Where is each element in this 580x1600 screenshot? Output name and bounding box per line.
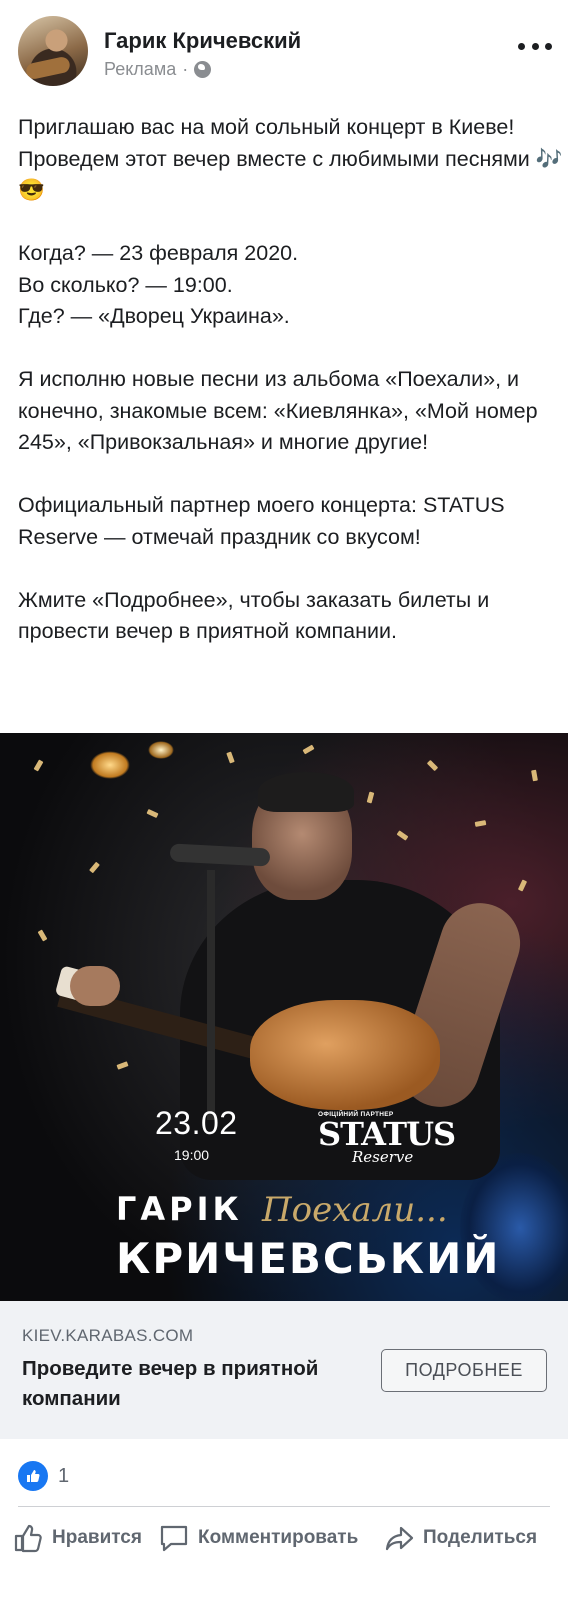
post-text: Приглашаю вас на мой сольный концерт в К…	[18, 112, 563, 648]
like-button-label: Нравится	[52, 1527, 142, 1548]
link-title[interactable]: Проведите вечер в приятной компании	[22, 1354, 342, 1414]
stage-light	[90, 751, 130, 779]
post-paragraph: Приглашаю вас на мой сольный концерт в К…	[18, 115, 563, 202]
like-icon	[18, 1461, 48, 1491]
album-name: Поехали...	[262, 1190, 448, 1230]
post-paragraph: Я исполню новые песни из альбома «Поехал…	[18, 367, 538, 454]
comment-button[interactable]: Комментировать	[158, 1518, 358, 1558]
dot-icon	[545, 42, 552, 50]
performer-hair	[258, 772, 354, 812]
post-header: Гарик Кричевский Реклама ·	[0, 0, 580, 100]
action-bar: Нравится Комментировать Поделиться	[0, 1518, 580, 1558]
stage-light	[148, 741, 174, 759]
thumbs-up-icon	[14, 1524, 42, 1553]
guitar-body	[250, 1000, 440, 1110]
performer-hand	[70, 966, 120, 1006]
status-logo-sub: Reserve	[352, 1148, 414, 1166]
status-logo: STATUS	[318, 1115, 456, 1153]
post-paragraph: Когда? — 23 февраля 2020. Во сколько? — …	[18, 241, 299, 328]
link-domain: KIEV.KARABAS.COM	[22, 1326, 194, 1345]
post-paragraph: Официальный партнер моего концерта: STAT…	[18, 493, 505, 549]
author-avatar[interactable]	[18, 16, 88, 86]
comment-button-label: Комментировать	[198, 1527, 359, 1548]
learn-more-button[interactable]: ПОДРОБНЕЕ	[381, 1349, 547, 1392]
divider	[18, 1506, 550, 1507]
separator: ·	[182, 59, 189, 79]
artist-last-name: КРИЧЕВСЬКИЙ	[116, 1234, 501, 1283]
author-name[interactable]: Гарик Кричевский	[104, 28, 301, 54]
concert-date: 23.02	[155, 1105, 238, 1141]
avatar-guitar	[24, 55, 72, 81]
share-button-label: Поделиться	[423, 1527, 538, 1548]
like-button[interactable]: Нравится	[12, 1518, 142, 1558]
reactions-summary[interactable]: 1	[18, 1460, 69, 1492]
more-options-button[interactable]	[518, 38, 552, 54]
sponsored-line: Реклама ·	[104, 59, 212, 80]
mic-stand	[207, 870, 215, 1120]
artist-first-name: ГАРІК	[116, 1190, 243, 1228]
globe-icon[interactable]	[194, 61, 212, 78]
like-count: 1	[58, 1464, 70, 1487]
share-button[interactable]: Поделиться	[383, 1518, 537, 1558]
comment-icon	[160, 1525, 188, 1552]
share-icon	[385, 1526, 414, 1551]
dot-icon	[518, 42, 525, 50]
dot-icon	[531, 42, 539, 50]
concert-time: 19:00	[174, 1147, 210, 1163]
post-paragraph: Жмите «Подробнее», чтобы заказать билеты…	[18, 587, 490, 644]
sponsored-label[interactable]: Реклама	[104, 59, 176, 80]
